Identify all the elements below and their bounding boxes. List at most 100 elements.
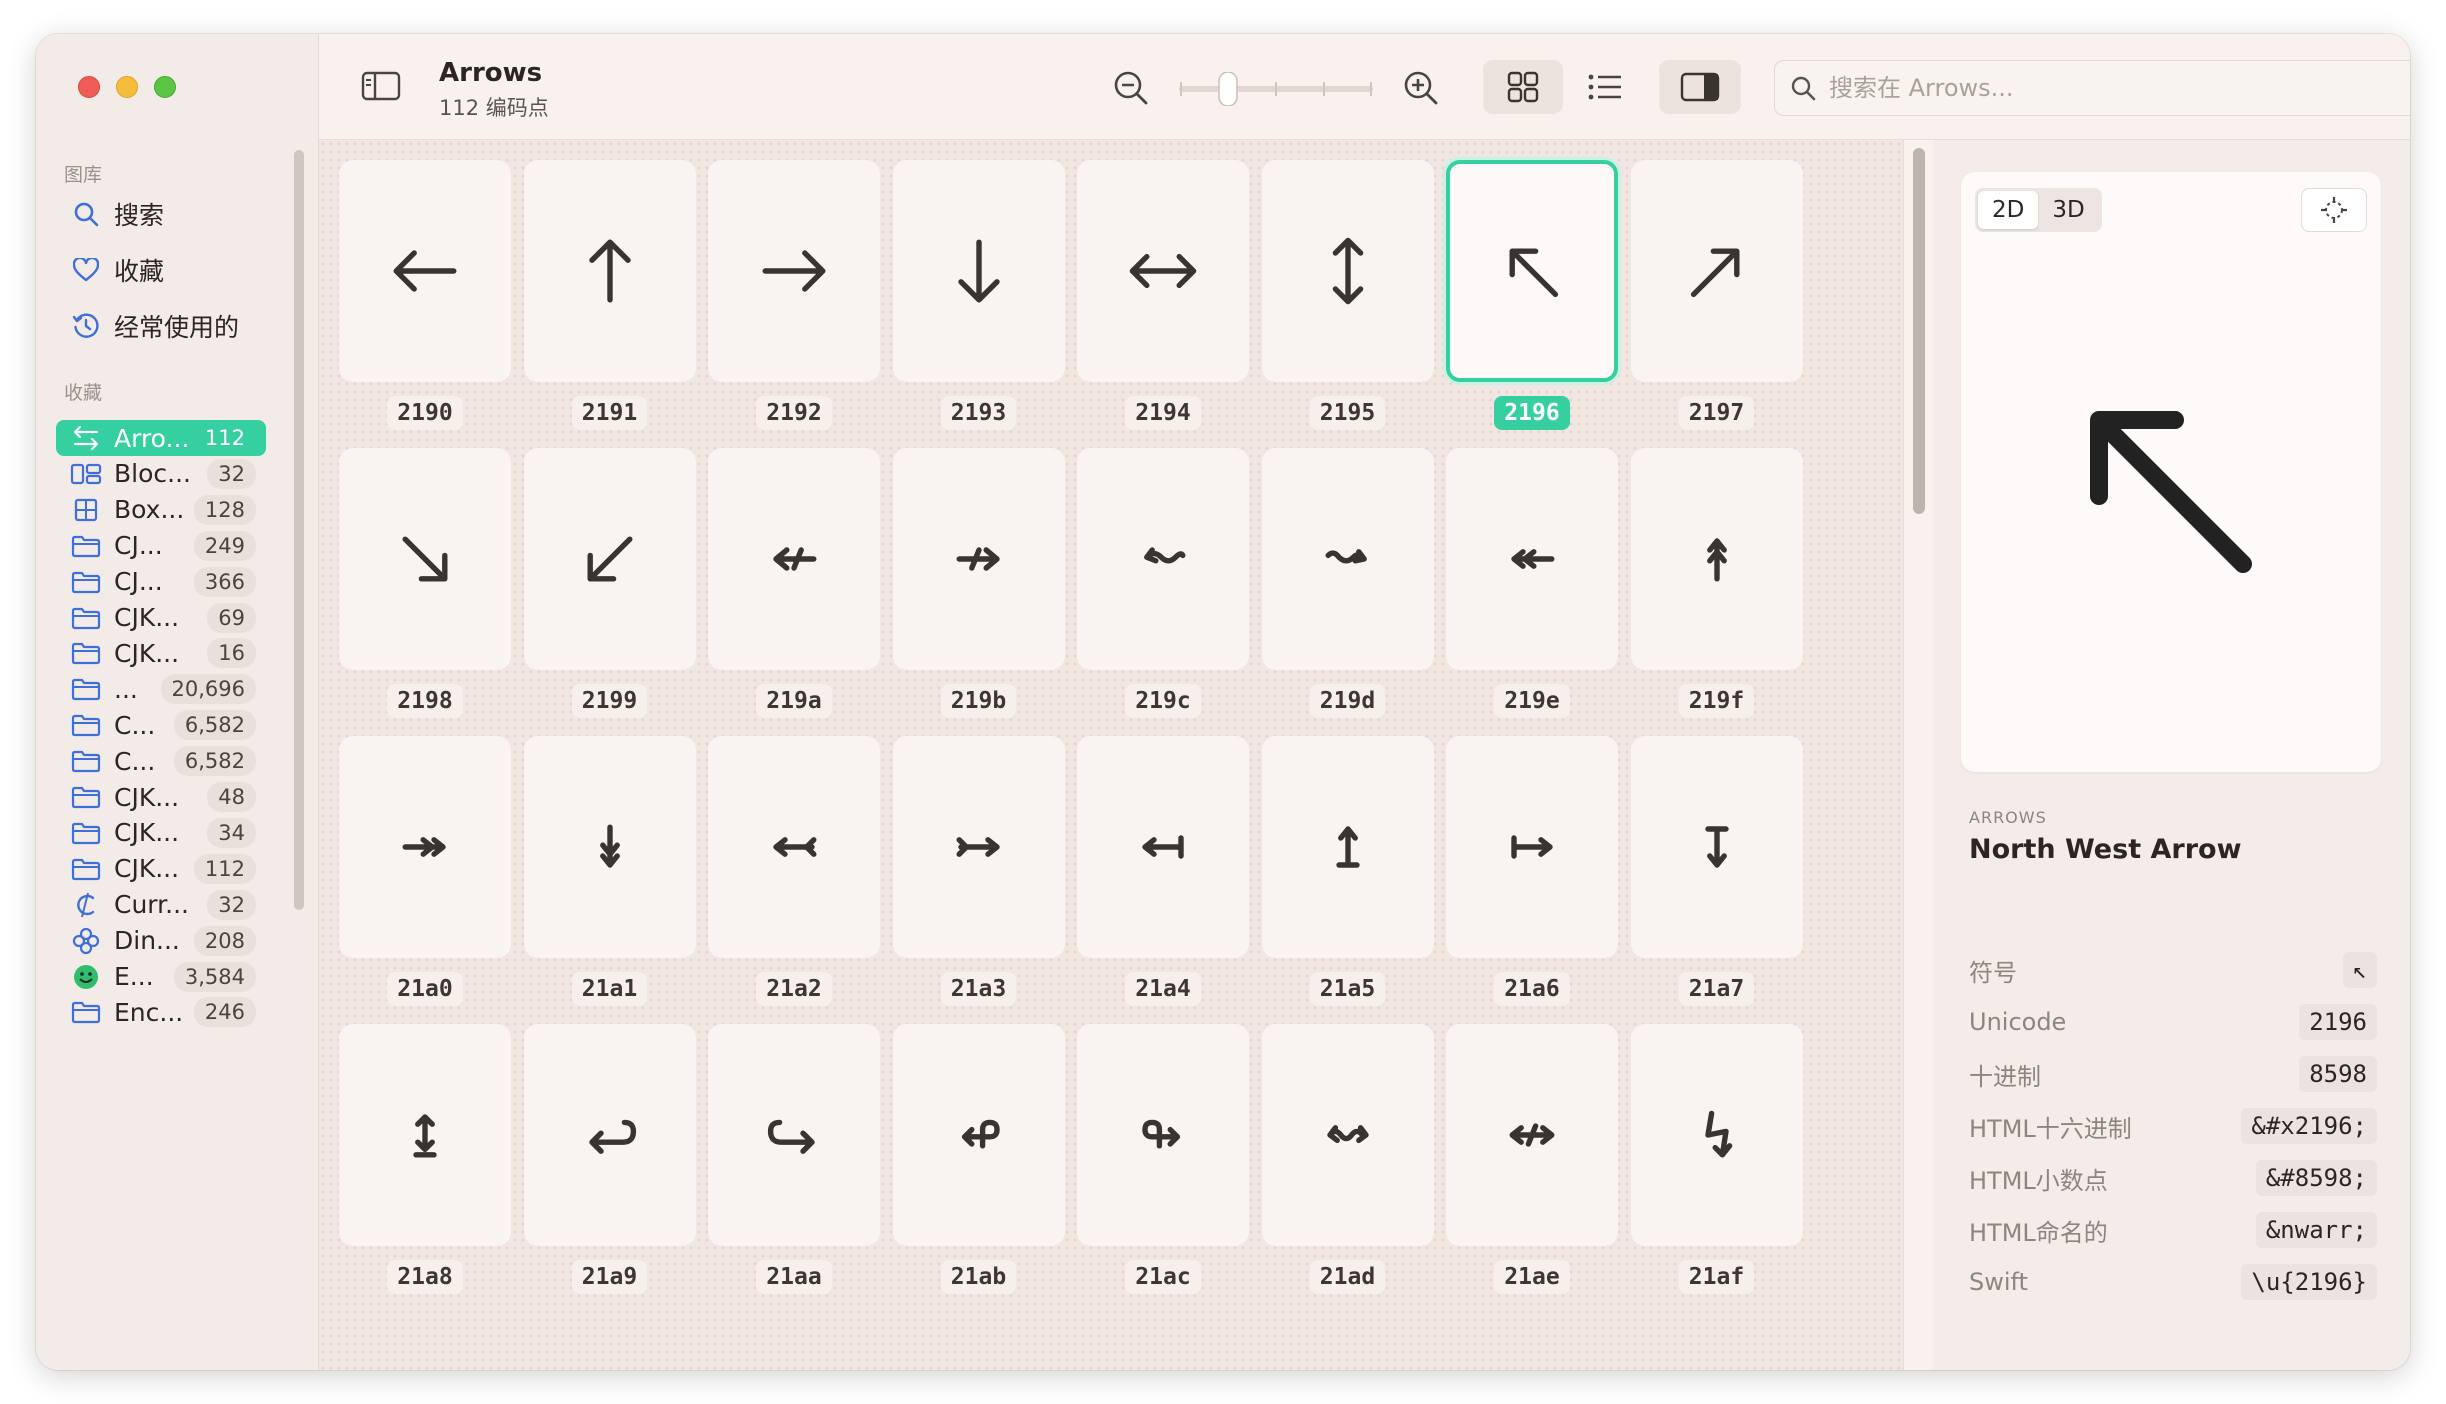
- glyph-card[interactable]: [892, 448, 1065, 670]
- glyph-cell[interactable]: 21ac: [1077, 1024, 1249, 1294]
- sidebar-item-favorites[interactable]: 收藏: [56, 244, 266, 296]
- sidebar-collection-item[interactable]: ... 20,696: [56, 671, 266, 707]
- glyph-cell[interactable]: 21af: [1630, 1024, 1803, 1294]
- glyph-card[interactable]: [1261, 736, 1434, 958]
- sidebar-collection-item[interactable]: CJ... 249: [56, 528, 266, 564]
- glyph-cell[interactable]: 21a8: [339, 1024, 511, 1294]
- mode-3d-button[interactable]: 3D: [2038, 191, 2098, 229]
- glyph-card[interactable]: [708, 1024, 880, 1246]
- grid-scrollbar-thumb[interactable]: [1913, 148, 1925, 514]
- glyph-card[interactable]: [892, 1024, 1065, 1246]
- glyph-cell[interactable]: 21a6: [1446, 736, 1618, 1006]
- sidebar-collection-item[interactable]: CJK... 112: [56, 851, 266, 887]
- glyph-card[interactable]: [523, 448, 696, 670]
- sidebar-collection-item[interactable]: CJK... 16: [56, 635, 266, 671]
- property-value[interactable]: \u{2196}: [2241, 1264, 2377, 1300]
- glyph-cell[interactable]: 2196: [1446, 160, 1618, 430]
- sidebar-scrollbar[interactable]: [294, 150, 304, 910]
- grid-scrollbar[interactable]: [1903, 140, 1933, 1370]
- glyph-cell[interactable]: 219b: [892, 448, 1065, 718]
- glyph-card[interactable]: [1446, 1024, 1618, 1246]
- glyph-card[interactable]: [1261, 1024, 1434, 1246]
- glyph-card[interactable]: [1630, 448, 1803, 670]
- glyph-card[interactable]: [1261, 448, 1434, 670]
- sidebar-collection-item[interactable]: Curr... 32: [56, 887, 266, 923]
- grid-view-button[interactable]: [1483, 60, 1563, 114]
- glyph-card[interactable]: [523, 1024, 696, 1246]
- glyph-cell[interactable]: 21a0: [339, 736, 511, 1006]
- glyph-cell[interactable]: 219d: [1261, 448, 1434, 718]
- glyph-card[interactable]: [1630, 1024, 1803, 1246]
- glyph-card[interactable]: [1630, 736, 1803, 958]
- sidebar-collection-item[interactable]: CJK... 34: [56, 815, 266, 851]
- glyph-cell[interactable]: 2197: [1630, 160, 1803, 430]
- glyph-card[interactable]: [339, 160, 511, 382]
- glyph-card[interactable]: [339, 448, 511, 670]
- mode-2d-button[interactable]: 2D: [1978, 191, 2039, 229]
- glyph-card[interactable]: [892, 160, 1065, 382]
- glyph-card[interactable]: [708, 448, 880, 670]
- sidebar-collection-item[interactable]: CJ... 366: [56, 564, 266, 600]
- toggle-inspector-button[interactable]: [1659, 60, 1741, 114]
- glyph-card[interactable]: [523, 160, 696, 382]
- glyph-cell[interactable]: 21ae: [1446, 1024, 1618, 1294]
- sidebar-collection-item[interactable]: E... 3,584: [56, 959, 266, 995]
- glyph-cell[interactable]: 2192: [708, 160, 880, 430]
- glyph-cell[interactable]: 219a: [708, 448, 880, 718]
- minimize-window-button[interactable]: [116, 76, 138, 98]
- glyph-card[interactable]: [339, 736, 511, 958]
- glyph-card[interactable]: [1077, 1024, 1249, 1246]
- glyph-cell[interactable]: 219c: [1077, 448, 1249, 718]
- sidebar-collection-item[interactable]: Enc... 246: [56, 994, 266, 1030]
- glyph-card[interactable]: [1446, 736, 1618, 958]
- close-window-button[interactable]: [78, 76, 100, 98]
- glyph-cell[interactable]: 2198: [339, 448, 511, 718]
- glyph-card[interactable]: [1077, 448, 1249, 670]
- sidebar-collection-item[interactable]: Box... 128: [56, 492, 266, 528]
- glyph-card[interactable]: [523, 736, 696, 958]
- sidebar-collection-item[interactable]: CJK... 69: [56, 600, 266, 636]
- zoom-window-button[interactable]: [154, 76, 176, 98]
- sidebar-collection-item[interactable]: C... 6,582: [56, 707, 266, 743]
- glyph-card[interactable]: [1077, 736, 1249, 958]
- glyph-cell[interactable]: 21a3: [892, 736, 1065, 1006]
- sidebar-item-search[interactable]: 搜索: [56, 188, 266, 240]
- glyph-card[interactable]: [339, 1024, 511, 1246]
- glyph-card[interactable]: [892, 736, 1065, 958]
- toggle-sidebar-button[interactable]: [361, 70, 401, 106]
- glyph-cell[interactable]: 21ab: [892, 1024, 1065, 1294]
- glyph-cell[interactable]: 21a4: [1077, 736, 1249, 1006]
- zoom-in-button[interactable]: [1401, 68, 1441, 112]
- glyph-card[interactable]: [1630, 160, 1803, 382]
- glyph-card[interactable]: [1446, 448, 1618, 670]
- glyph-cell[interactable]: 21a1: [523, 736, 696, 1006]
- property-value[interactable]: 2196: [2299, 1004, 2377, 1040]
- sidebar-collection-item[interactable]: Bloc... 32: [56, 456, 266, 492]
- glyph-card[interactable]: [708, 736, 880, 958]
- property-value[interactable]: &#8598;: [2255, 1160, 2377, 1196]
- glyph-cell[interactable]: 219e: [1446, 448, 1618, 718]
- glyph-cell[interactable]: 2194: [1077, 160, 1249, 430]
- list-view-button[interactable]: [1565, 60, 1645, 114]
- sidebar-collection-item[interactable]: C... 6,582: [56, 743, 266, 779]
- glyph-card[interactable]: [1077, 160, 1249, 382]
- glyph-cell[interactable]: 21ad: [1261, 1024, 1434, 1294]
- zoom-out-button[interactable]: [1111, 68, 1151, 112]
- property-value[interactable]: &nwarr;: [2255, 1212, 2377, 1248]
- glyph-card[interactable]: [1261, 160, 1434, 382]
- property-value[interactable]: &#x2196;: [2241, 1108, 2377, 1144]
- sidebar-item-recent[interactable]: 经常使用的: [56, 300, 266, 352]
- sidebar-collection-item[interactable]: Din... 208: [56, 923, 266, 959]
- glyph-card[interactable]: [708, 160, 880, 382]
- glyph-cell[interactable]: 2190: [339, 160, 511, 430]
- property-value[interactable]: ↖: [2342, 952, 2377, 988]
- glyph-cell[interactable]: 2195: [1261, 160, 1434, 430]
- glyph-cell[interactable]: 21a5: [1261, 736, 1434, 1006]
- search-input[interactable]: [1827, 73, 2387, 103]
- glyph-cell[interactable]: 2193: [892, 160, 1065, 430]
- glyph-cell[interactable]: 21a9: [523, 1024, 696, 1294]
- zoom-slider[interactable]: [1179, 71, 1373, 107]
- glyph-card[interactable]: [1446, 160, 1618, 382]
- glyph-cell[interactable]: 21aa: [708, 1024, 880, 1294]
- glyph-cell[interactable]: 21a2: [708, 736, 880, 1006]
